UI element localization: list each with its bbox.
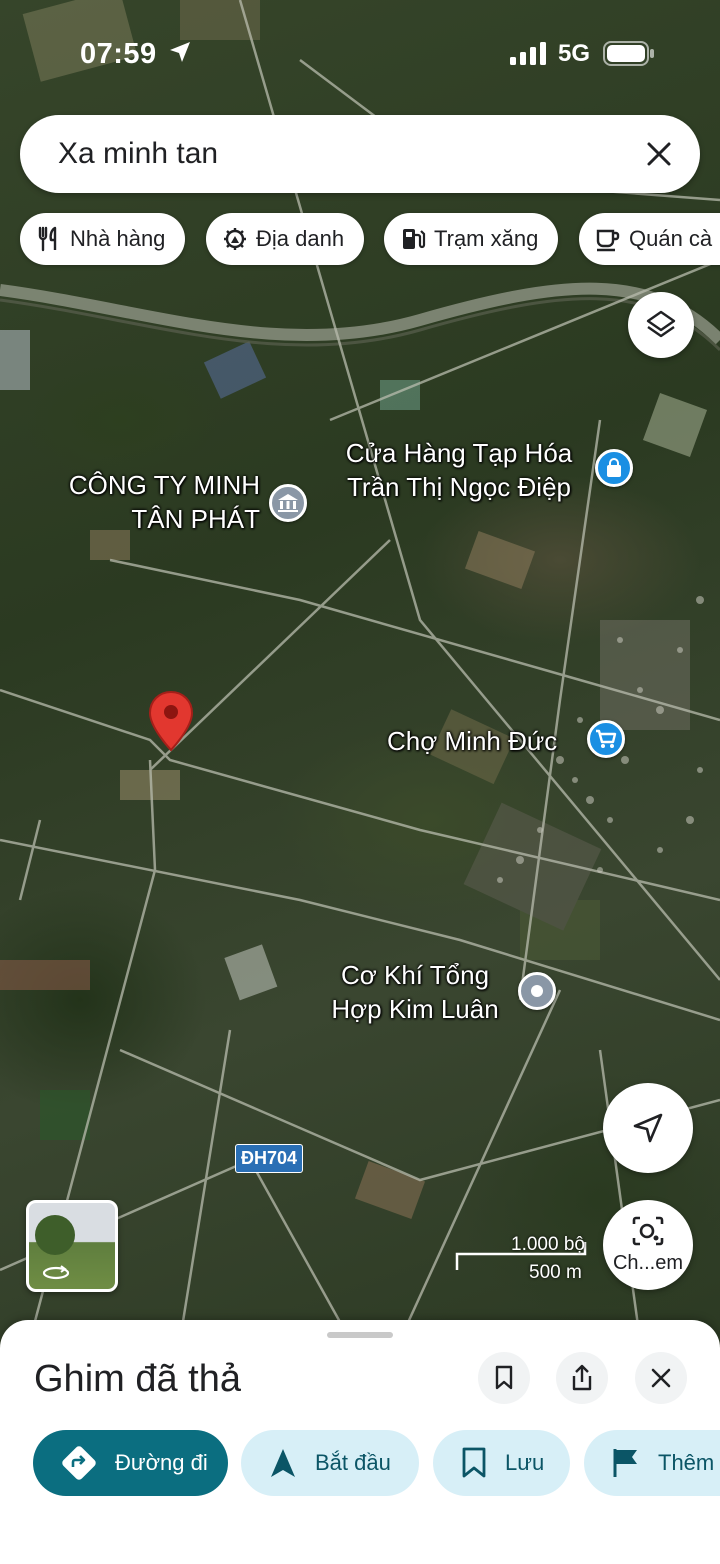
gas-station-icon <box>403 229 426 249</box>
bookmark-icon <box>462 1447 486 1478</box>
landmark-icon <box>224 228 246 250</box>
chip-label: Nhà hàng <box>70 226 166 251</box>
sheet-drag-handle[interactable] <box>327 1332 393 1338</box>
chip-label: Địa danh <box>256 226 345 251</box>
bookmark-icon <box>495 1365 513 1390</box>
chip-coffee[interactable]: Quán cà <box>579 213 720 265</box>
save-button[interactable]: Lưu <box>433 1430 570 1496</box>
dropped-pin-icon[interactable] <box>148 690 194 752</box>
poi-label-cho[interactable]: Chợ Minh Đức <box>387 724 557 758</box>
close-icon <box>651 1368 671 1388</box>
share-button[interactable] <box>556 1352 608 1404</box>
thumbnail-tree <box>35 1215 75 1255</box>
my-location-button[interactable] <box>603 1083 693 1173</box>
street-view-thumbnail[interactable] <box>26 1200 118 1292</box>
generic-poi-icon[interactable] <box>518 972 556 1010</box>
poi-label-cua-hang[interactable]: Cửa Hàng Tạp Hóa Trần Thị Ngọc Điệp <box>334 436 584 504</box>
poi-label-line: CÔNG TY MINH <box>68 470 260 500</box>
poi-label-line: TÂN PHÁT <box>131 504 260 534</box>
lens-button[interactable]: Ch...em <box>603 1200 693 1290</box>
poi-label-line: Chợ Minh Đức <box>387 726 558 756</box>
chip-restaurants[interactable]: Nhà hàng <box>20 213 186 265</box>
network-type: 5G <box>558 40 591 67</box>
action-buttons: Đường đi Bắt đầu Lưu Thêm <box>0 1430 720 1496</box>
map-scale: 1.000 bộ 500 m <box>455 1232 595 1292</box>
scale-meters: 500 m <box>529 1262 582 1283</box>
flag-icon <box>613 1449 637 1477</box>
poi-label-line: Cơ Khí Tổng <box>340 960 490 990</box>
share-icon <box>572 1364 592 1391</box>
layers-icon <box>646 310 676 338</box>
sheet-title: Ghim đã thả <box>34 1358 241 1400</box>
action-label: Thêm <box>658 1450 715 1475</box>
poi-label-cong-ty[interactable]: CÔNG TY MINH TÂN PHÁT <box>50 468 260 536</box>
action-label: Đường đi <box>115 1450 208 1475</box>
close-sheet-button[interactable] <box>635 1352 687 1404</box>
rotate-360-icon <box>42 1265 70 1280</box>
poi-label-line: Hợp Kim Luân <box>331 994 499 1024</box>
category-chips: Nhà hàng Địa danh Trạm xăng Quán cà <box>20 213 720 265</box>
action-label: Lưu <box>505 1450 545 1475</box>
close-icon[interactable] <box>642 137 676 171</box>
navigation-arrow-icon <box>633 1113 663 1143</box>
shopping-bag-poi-icon[interactable] <box>595 449 633 487</box>
chip-gas-stations[interactable]: Trạm xăng <box>384 213 559 265</box>
navigation-icon <box>271 1449 295 1477</box>
fork-knife-icon <box>38 226 57 252</box>
battery-icon <box>603 41 654 66</box>
poi-label-line: Cửa Hàng Tạp Hóa <box>345 438 573 468</box>
layers-button[interactable] <box>628 292 694 358</box>
location-arrow-icon <box>170 42 190 62</box>
place-bottom-sheet[interactable]: Ghim đã thả Đường đi Bắt đầu Lưu Thêm <box>0 1320 720 1564</box>
bookmark-button[interactable] <box>478 1352 530 1404</box>
lens-label: Ch...em <box>612 1251 684 1274</box>
camera-search-icon <box>632 1216 664 1245</box>
search-bar[interactable]: Xa minh tan <box>20 115 700 193</box>
landmark-poi-icon[interactable] <box>269 484 307 522</box>
directions-icon <box>62 1446 96 1480</box>
status-time: 07:59 <box>80 38 157 70</box>
chip-label: Trạm xăng <box>434 226 539 251</box>
action-label: Bắt đầu <box>315 1450 391 1475</box>
coffee-icon <box>596 229 620 252</box>
poi-label-co-khi[interactable]: Cơ Khí Tổng Hợp Kim Luân <box>322 958 508 1026</box>
chip-label: Quán cà <box>629 226 713 251</box>
more-button[interactable]: Thêm <box>584 1430 720 1496</box>
scale-feet: 1.000 bộ <box>511 1234 585 1255</box>
status-bar: 07:59 5G <box>0 28 720 78</box>
shopping-cart-poi-icon[interactable] <box>587 720 625 758</box>
signal-icon <box>510 42 546 65</box>
search-input[interactable]: Xa minh tan <box>58 137 218 171</box>
poi-label-line: Trần Thị Ngọc Điệp <box>347 472 571 502</box>
road-shield: ĐH704 <box>235 1144 304 1173</box>
start-button[interactable]: Bắt đầu <box>241 1430 419 1496</box>
chip-landmarks[interactable]: Địa danh <box>206 213 365 265</box>
directions-button[interactable]: Đường đi <box>33 1430 228 1496</box>
